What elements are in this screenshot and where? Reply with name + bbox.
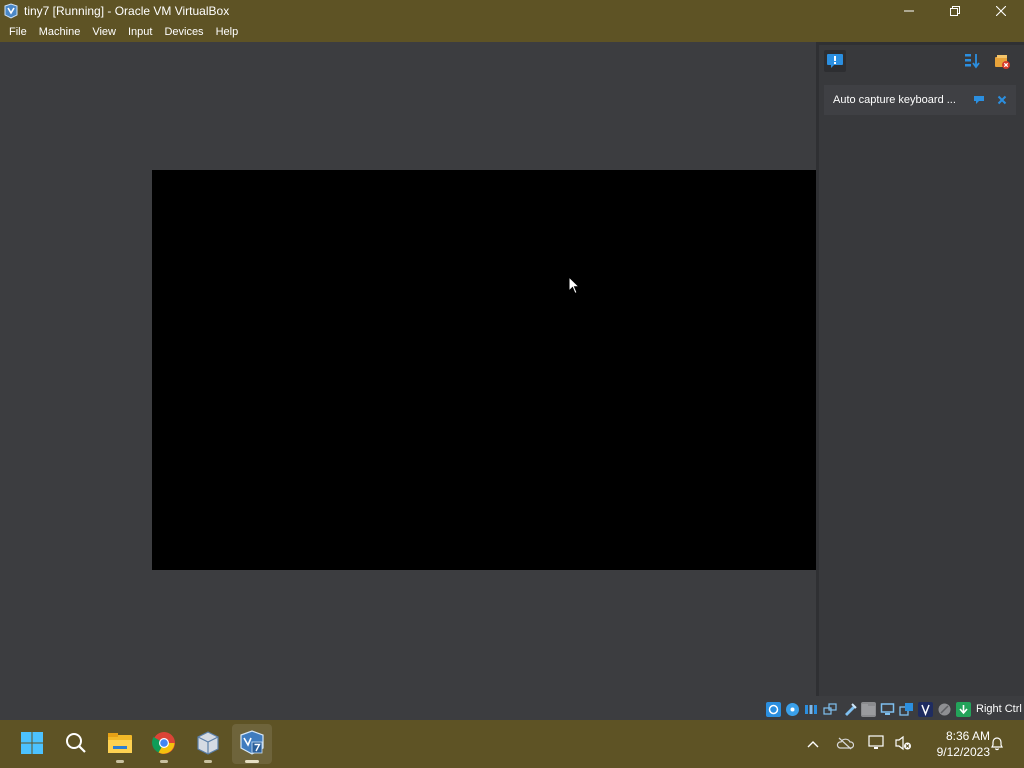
shared-folders-icon[interactable] (861, 701, 876, 717)
file-explorer-button[interactable] (100, 724, 140, 764)
notification-close-icon[interactable] (995, 93, 1009, 107)
vm-display[interactable] (152, 170, 816, 570)
notification-pin-icon[interactable] (972, 93, 986, 107)
optical-drive-icon[interactable] (785, 702, 800, 717)
notification-item[interactable]: Auto capture keyboard ... (824, 85, 1016, 115)
active-indicator (245, 760, 259, 763)
vt-x-icon[interactable] (918, 701, 933, 717)
search-button[interactable] (56, 724, 96, 764)
keyboard-capture-icon[interactable] (956, 701, 971, 717)
menu-file[interactable]: File (3, 22, 33, 42)
taskbar: 8:36 AM 9/12/2023 (0, 720, 1024, 768)
menu-devices[interactable]: Devices (158, 22, 209, 42)
display-icon[interactable] (880, 702, 895, 717)
menu-view[interactable]: View (86, 22, 122, 42)
hard-disk-icon[interactable] (766, 701, 781, 717)
windows-start-icon (20, 731, 44, 758)
network-tray-button[interactable] (866, 720, 888, 768)
host-key-label: Right Ctrl (976, 703, 1022, 715)
vm-status-bar: Right Ctrl (766, 699, 1024, 719)
menu-machine[interactable]: Machine (33, 22, 87, 42)
show-hidden-icons-button[interactable] (802, 720, 824, 768)
bell-icon (989, 735, 1005, 754)
volume-tray-button[interactable] (892, 720, 914, 768)
audio-icon[interactable] (804, 702, 819, 717)
virtualbox-logo-icon[interactable] (2, 2, 20, 20)
start-button[interactable] (12, 724, 52, 764)
file-explorer-icon (107, 732, 133, 757)
mouse-pointer-icon (568, 275, 582, 296)
mouse-integration-icon[interactable] (937, 702, 952, 717)
window-title: tiny7 [Running] - Oracle VM VirtualBox (24, 4, 230, 18)
virtualbox-vm-button[interactable] (232, 724, 272, 764)
notification-center-toggle-icon[interactable] (824, 50, 846, 72)
volume-muted-icon (894, 735, 912, 754)
running-indicator (116, 760, 124, 763)
network-icon (868, 734, 886, 754)
running-indicator (160, 760, 168, 763)
menu-input[interactable]: Input (122, 22, 158, 42)
onedrive-tray-button[interactable] (834, 720, 856, 768)
notifications-button[interactable] (986, 720, 1008, 768)
search-icon (65, 732, 87, 757)
onedrive-offline-icon (836, 736, 855, 753)
video-capture-icon[interactable] (899, 702, 914, 717)
network-icon[interactable] (823, 702, 838, 717)
clock[interactable]: 8:36 AM 9/12/2023 (920, 728, 990, 760)
virtualbox-manager-button[interactable] (188, 724, 228, 764)
notification-center: Auto capture keyboard ... (816, 42, 1024, 696)
chrome-icon (152, 731, 176, 758)
clear-notifications-icon[interactable] (991, 50, 1013, 72)
minimize-button[interactable] (886, 0, 932, 22)
chevron-up-icon (807, 737, 819, 751)
clock-time: 8:36 AM (945, 729, 990, 743)
chrome-button[interactable] (144, 724, 184, 764)
close-button[interactable] (978, 0, 1024, 22)
virtualbox-manager-icon (196, 730, 220, 758)
notification-text: Auto capture keyboard ... (833, 94, 956, 106)
menu-bar: File Machine View Input Devices Help (0, 22, 1024, 42)
restore-button[interactable] (932, 0, 978, 22)
sort-order-icon[interactable] (961, 50, 983, 72)
menu-help[interactable]: Help (210, 22, 245, 42)
notification-toolbar (819, 45, 1024, 81)
clock-date: 9/12/2023 (936, 745, 990, 759)
title-bar: tiny7 [Running] - Oracle VM VirtualBox (0, 0, 1024, 22)
usb-icon[interactable] (842, 702, 857, 717)
virtualbox-vm-icon (239, 729, 265, 759)
running-indicator (204, 760, 212, 763)
